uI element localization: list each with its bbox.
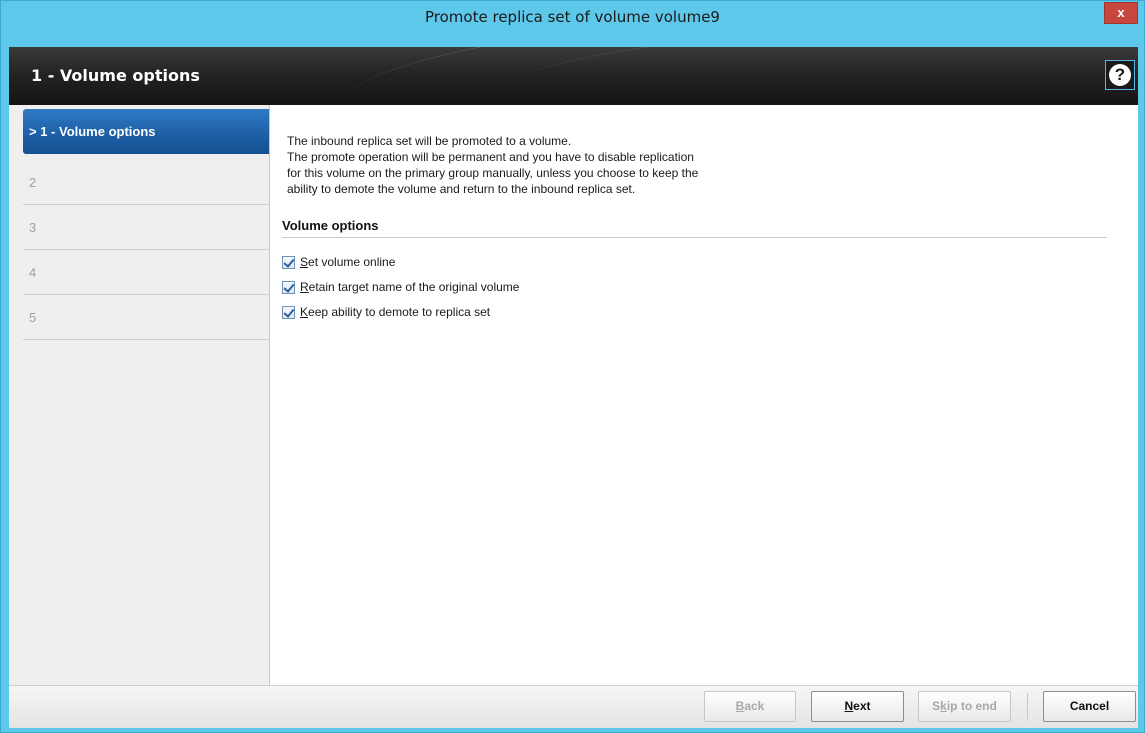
close-button[interactable]: x [1104,2,1138,24]
cancel-button[interactable]: Cancel [1043,691,1136,722]
content-panel: The inbound replica set will be promoted… [279,105,1138,685]
keep-ability-to-demote-checkbox[interactable] [282,305,295,319]
wizard-window: Promote replica set of volume volume9 x … [0,0,1145,733]
help-icon: ? [1109,64,1131,86]
next-button[interactable]: Next [811,691,904,722]
window-title: Promote replica set of volume volume9 [425,8,720,26]
intro-line: ability to demote the volume and return … [287,182,636,196]
wizard-header: 1 - Volume options ? [9,47,1138,105]
wizard-body: > 1 - Volume options 2 3 4 5 The inbound… [9,105,1138,685]
option-label: Keep ability to demote to replica set [300,305,491,319]
option-label: Set volume online [300,255,396,269]
intro-text: The inbound replica set will be promoted… [287,133,698,197]
retain-target-name-checkbox[interactable] [282,280,295,294]
step-1-volume-options[interactable]: > 1 - Volume options [23,109,269,154]
retain-target-name-option[interactable]: Retain target name of the original volum… [282,280,519,294]
step-4: 4 [23,250,269,295]
footer-separator [1027,693,1028,721]
keep-ability-to-demote-option[interactable]: Keep ability to demote to replica set [282,305,490,319]
step-5: 5 [23,295,269,340]
wizard-footer: Back Next Skip to end Cancel [9,685,1138,728]
intro-line: The inbound replica set will be promoted… [287,134,572,148]
section-title: Volume options [282,218,1107,238]
set-volume-online-option[interactable]: Set volume online [282,255,395,269]
header-decoration [507,47,1138,105]
step-2: 2 [23,160,269,205]
back-button[interactable]: Back [704,691,796,722]
set-volume-online-checkbox[interactable] [282,255,295,269]
intro-line: The promote operation will be permanent … [287,150,694,164]
step-3: 3 [23,205,269,250]
title-bar: Promote replica set of volume volume9 x [1,1,1144,35]
option-label: Retain target name of the original volum… [300,280,520,294]
header-title: 1 - Volume options [31,66,200,85]
steps-sidebar: > 1 - Volume options 2 3 4 5 [9,105,270,685]
help-button[interactable]: ? [1105,60,1135,90]
intro-line: for this volume on the primary group man… [287,166,699,180]
skip-to-end-button[interactable]: Skip to end [918,691,1011,722]
